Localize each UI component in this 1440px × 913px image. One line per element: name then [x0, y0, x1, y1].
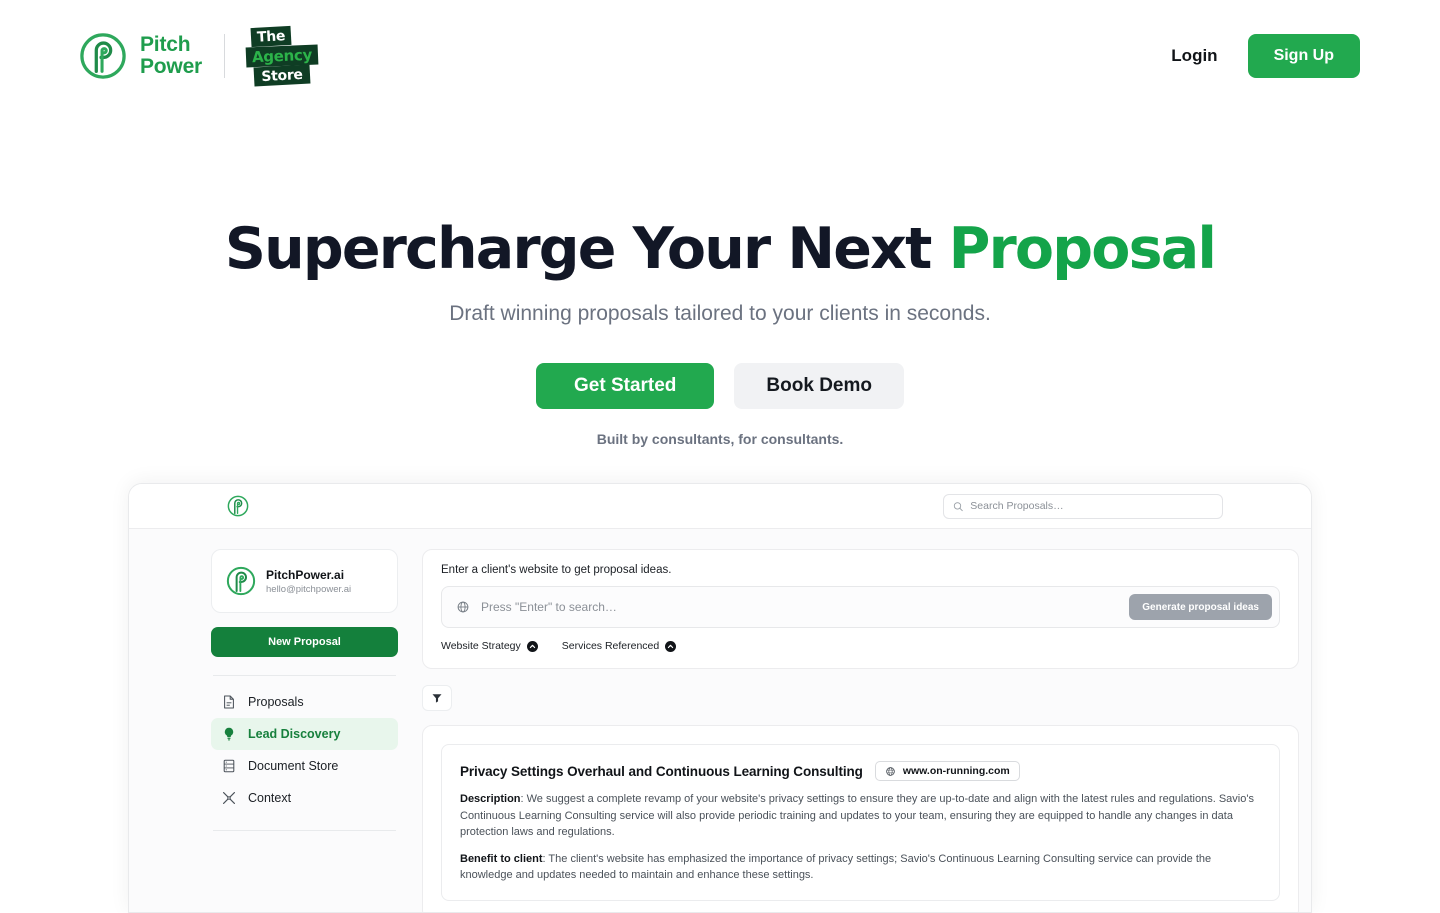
- website-strategy-toggle[interactable]: Website Strategy: [441, 640, 538, 652]
- app-main-content: Enter a client's website to get proposal…: [422, 549, 1299, 912]
- hero-subtitle: Draft winning proposals tailored to your…: [449, 301, 991, 325]
- sidebar-divider-top: [213, 675, 396, 676]
- generate-proposal-ideas-button[interactable]: Generate proposal ideas: [1129, 594, 1272, 620]
- website-strategy-label: Website Strategy: [441, 640, 521, 652]
- discovery-label: Enter a client's website to get proposal…: [441, 564, 672, 576]
- lead-discovery-panel: Enter a client's website to get proposal…: [422, 549, 1299, 669]
- result-benefit-text: : The client's website has emphasized th…: [460, 852, 1212, 882]
- account-logo-icon: [226, 566, 256, 596]
- chevron-up-icon: [665, 640, 677, 652]
- agency-store-logo[interactable]: The Agency Store: [245, 25, 323, 87]
- account-name: PitchPower.ai: [266, 567, 345, 582]
- services-referenced-label: Services Referenced: [561, 640, 660, 652]
- result-benefit: Benefit to client: The client's website …: [460, 851, 1261, 884]
- new-proposal-button[interactable]: New Proposal: [211, 627, 398, 657]
- services-referenced-toggle[interactable]: Services Referenced: [561, 640, 677, 652]
- sidebar-item-label: Context: [248, 791, 292, 805]
- top-navigation: Pitch Power The Agency Store Login Sign …: [0, 0, 1440, 112]
- brand-logo-group[interactable]: Pitch Power: [80, 33, 202, 79]
- hero-note: Built by consultants, for consultants.: [596, 430, 844, 447]
- nav-divider: [224, 34, 226, 78]
- lightbulb-icon: [224, 727, 234, 741]
- search-icon: [953, 501, 963, 511]
- app-logo-icon[interactable]: [227, 495, 249, 517]
- sidebar-item-label: Document Store: [248, 759, 339, 773]
- nav-actions: Login Sign Up: [1171, 34, 1360, 78]
- sidebar-item-document-store[interactable]: Document Store: [211, 750, 398, 782]
- app-sidebar: PitchPower.ai hello@pitchpower.ai New Pr…: [211, 549, 398, 912]
- chevron-up-icon: [526, 640, 538, 652]
- filter-icon: [432, 694, 442, 703]
- result-description-text: : We suggest a complete revamp of your w…: [460, 793, 1254, 838]
- agency-store-line-1: The: [250, 25, 292, 48]
- globe-icon: [457, 601, 469, 613]
- sidebar-item-proposals[interactable]: Proposals: [211, 686, 398, 718]
- brand-line-2: Power: [140, 55, 203, 78]
- search-proposals-box[interactable]: [943, 493, 1223, 519]
- agency-store-line-3: Store: [253, 64, 311, 87]
- account-card[interactable]: PitchPower.ai hello@pitchpower.ai: [211, 549, 398, 613]
- result-url-text: www.on-running.com: [902, 765, 1010, 777]
- page-title: Supercharge Your Next Proposal: [0, 219, 1440, 280]
- website-url-bar[interactable]: Generate proposal ideas: [441, 586, 1280, 628]
- brand-line-1: Pitch: [140, 32, 191, 56]
- hero-title-main: Supercharge Your Next: [224, 216, 949, 282]
- hero-cta-group: Get Started Book Demo: [0, 362, 1440, 409]
- search-input[interactable]: [970, 500, 1213, 512]
- document-icon: [224, 695, 234, 709]
- globe-small-icon: [886, 766, 895, 776]
- result-title: Privacy Settings Overhaul and Continuous…: [460, 763, 863, 779]
- pitchpower-logo-icon: [80, 33, 126, 79]
- discovery-toggles: Website Strategy Services Referenced: [441, 640, 1280, 652]
- result-benefit-label: Benefit to client: [460, 852, 543, 865]
- app-topbar: [129, 484, 1311, 529]
- get-started-button[interactable]: Get Started: [536, 362, 715, 409]
- result-description-label: Description: [460, 793, 521, 805]
- account-details: PitchPower.ai hello@pitchpower.ai: [266, 568, 351, 595]
- sidebar-item-context[interactable]: Context: [211, 782, 398, 814]
- app-body: PitchPower.ai hello@pitchpower.ai New Pr…: [129, 529, 1311, 912]
- hero-title-accent: Proposal: [948, 216, 1217, 282]
- proposal-result-card[interactable]: Privacy Settings Overhaul and Continuous…: [441, 744, 1280, 901]
- results-panel: Privacy Settings Overhaul and Continuous…: [422, 725, 1299, 912]
- result-header: Privacy Settings Overhaul and Continuous…: [460, 761, 1261, 781]
- signup-button[interactable]: Sign Up: [1247, 34, 1360, 78]
- hero-section: Supercharge Your Next Proposal Draft win…: [0, 112, 1440, 447]
- sidebar-item-label: Proposals: [248, 695, 304, 709]
- login-link[interactable]: Login: [1171, 46, 1217, 66]
- book-demo-button[interactable]: Book Demo: [734, 362, 904, 409]
- result-description: Description: We suggest a complete revam…: [460, 791, 1261, 841]
- app-preview-frame: PitchPower.ai hello@pitchpower.ai New Pr…: [128, 483, 1312, 913]
- tools-icon: [223, 792, 235, 804]
- website-url-input[interactable]: [481, 600, 1119, 614]
- filter-button[interactable]: [422, 685, 452, 711]
- sidebar-divider-bottom: [213, 830, 396, 831]
- filter-row: [422, 685, 1299, 711]
- brand-wordmark: Pitch Power: [140, 32, 203, 78]
- result-url-badge[interactable]: www.on-running.com: [874, 761, 1020, 781]
- database-icon: [223, 759, 235, 773]
- sidebar-item-label: Lead Discovery: [248, 727, 341, 741]
- sidebar-item-lead-discovery[interactable]: Lead Discovery: [211, 718, 398, 750]
- account-email: hello@pitchpower.ai: [266, 583, 352, 595]
